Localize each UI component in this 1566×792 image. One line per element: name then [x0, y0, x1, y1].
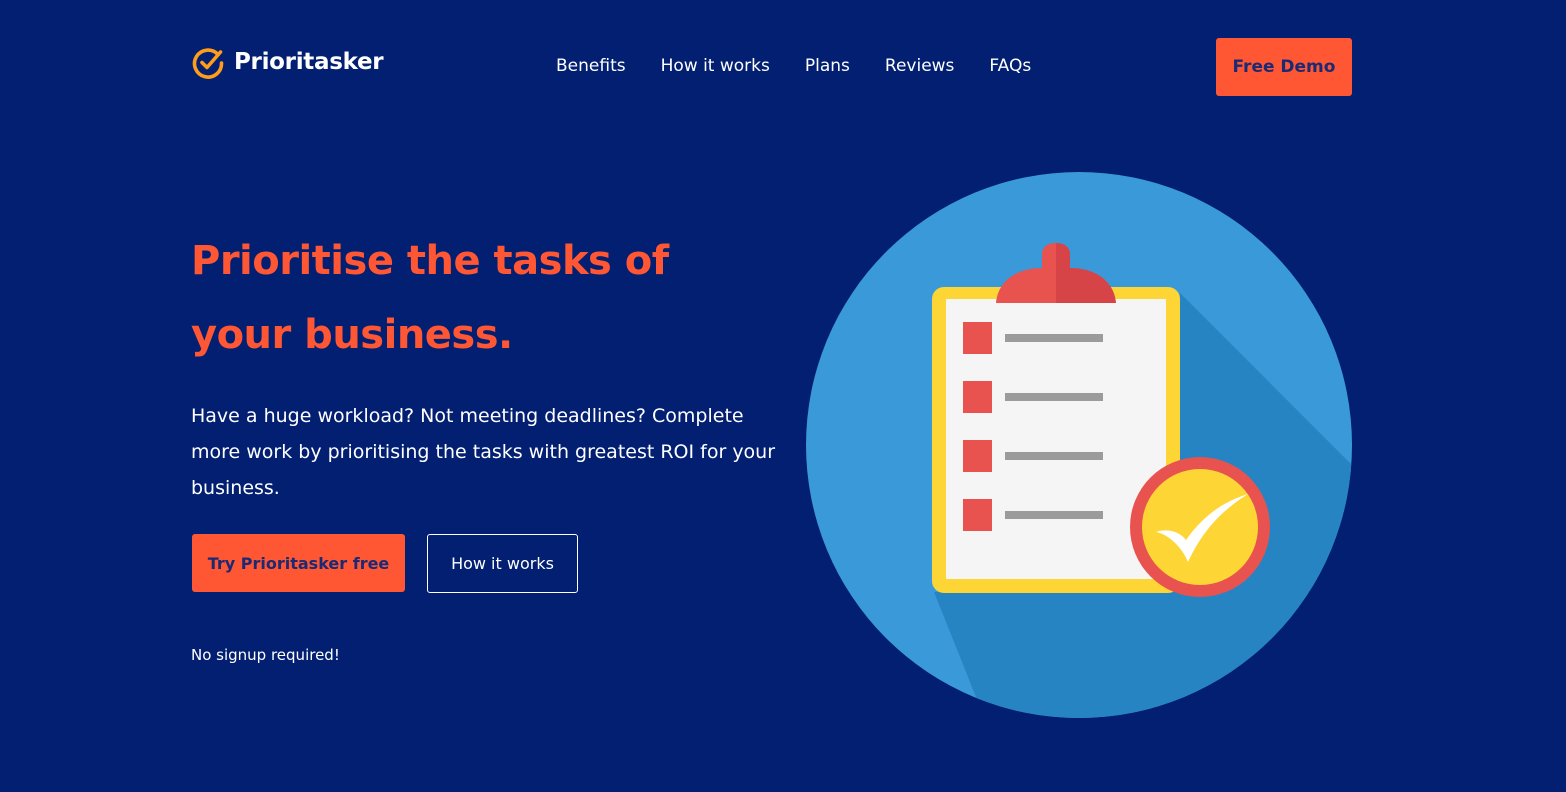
nav-how-it-works[interactable]: How it works — [661, 56, 770, 76]
landing-page: Prioritasker Benefits How it works Plans… — [0, 0, 1566, 792]
nav-reviews[interactable]: Reviews — [885, 56, 955, 76]
main-nav: Benefits How it works Plans Reviews FAQs — [556, 56, 1031, 76]
hero-title: Prioritise the tasks of your business. — [191, 238, 669, 358]
nav-faqs[interactable]: FAQs — [989, 56, 1031, 76]
try-free-button[interactable]: Try Prioritasker free — [192, 534, 405, 592]
check-circle-icon — [192, 48, 224, 79]
nav-benefits[interactable]: Benefits — [556, 56, 626, 76]
brand-name: Prioritasker — [234, 49, 384, 75]
checkmark-badge-icon — [1130, 457, 1270, 597]
signup-note: No signup required! — [191, 646, 340, 664]
brand-logo[interactable]: Prioritasker — [191, 44, 384, 80]
free-demo-button[interactable]: Free Demo — [1216, 38, 1352, 96]
how-it-works-button[interactable]: How it works — [427, 534, 578, 593]
site-header: Prioritasker Benefits How it works Plans… — [0, 0, 1566, 134]
clipboard-checklist-icon — [806, 172, 1352, 718]
nav-plans[interactable]: Plans — [805, 56, 850, 76]
hero-description: Have a huge workload? Not meeting deadli… — [191, 405, 776, 499]
